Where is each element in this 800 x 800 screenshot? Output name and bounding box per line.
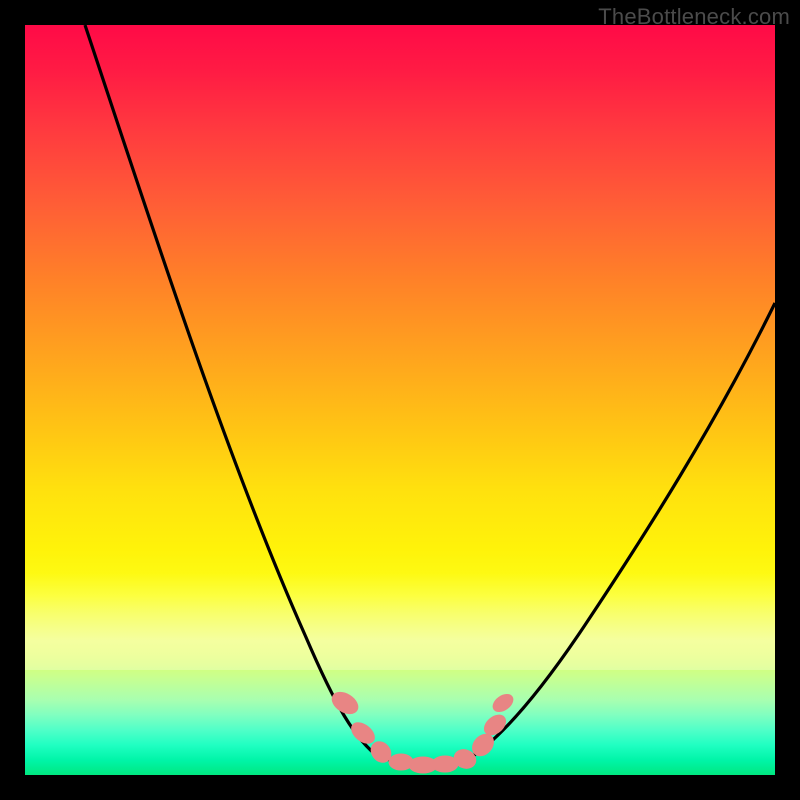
left-branch-curve — [85, 25, 380, 758]
watermark-text: TheBottleneck.com — [598, 4, 790, 30]
outer-black-frame: TheBottleneck.com — [0, 0, 800, 800]
curve-overlay — [25, 25, 775, 775]
right-branch-curve — [470, 303, 775, 758]
plot-area — [25, 25, 775, 775]
highlight-markers — [328, 688, 516, 773]
